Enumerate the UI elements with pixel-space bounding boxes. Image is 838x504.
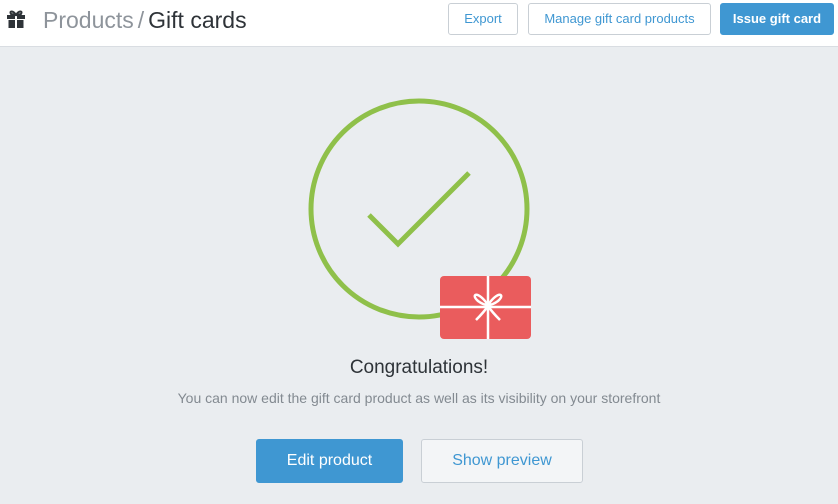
page-title: Gift cards bbox=[148, 7, 247, 33]
breadcrumb-products[interactable]: Products bbox=[43, 7, 134, 33]
breadcrumb: Products / Gift cards bbox=[43, 6, 247, 34]
export-button[interactable]: Export bbox=[448, 3, 518, 35]
congratulations-heading: Congratulations! bbox=[349, 357, 489, 378]
top-bar: Products / Gift cards Export Manage gift c… bbox=[0, 0, 838, 47]
issue-gift-card-button[interactable]: Issue gift card bbox=[720, 3, 834, 35]
manage-gift-card-products-button[interactable]: Manage gift card products bbox=[528, 3, 711, 35]
success-message: You can now edit the gift card product a… bbox=[177, 390, 661, 406]
edit-product-button[interactable]: Edit product bbox=[256, 439, 403, 483]
gift-card-icon bbox=[440, 276, 531, 339]
breadcrumb-separator: / bbox=[137, 7, 145, 33]
gift-icon bbox=[6, 9, 26, 29]
show-preview-button[interactable]: Show preview bbox=[421, 439, 583, 483]
success-illustration bbox=[300, 88, 540, 344]
